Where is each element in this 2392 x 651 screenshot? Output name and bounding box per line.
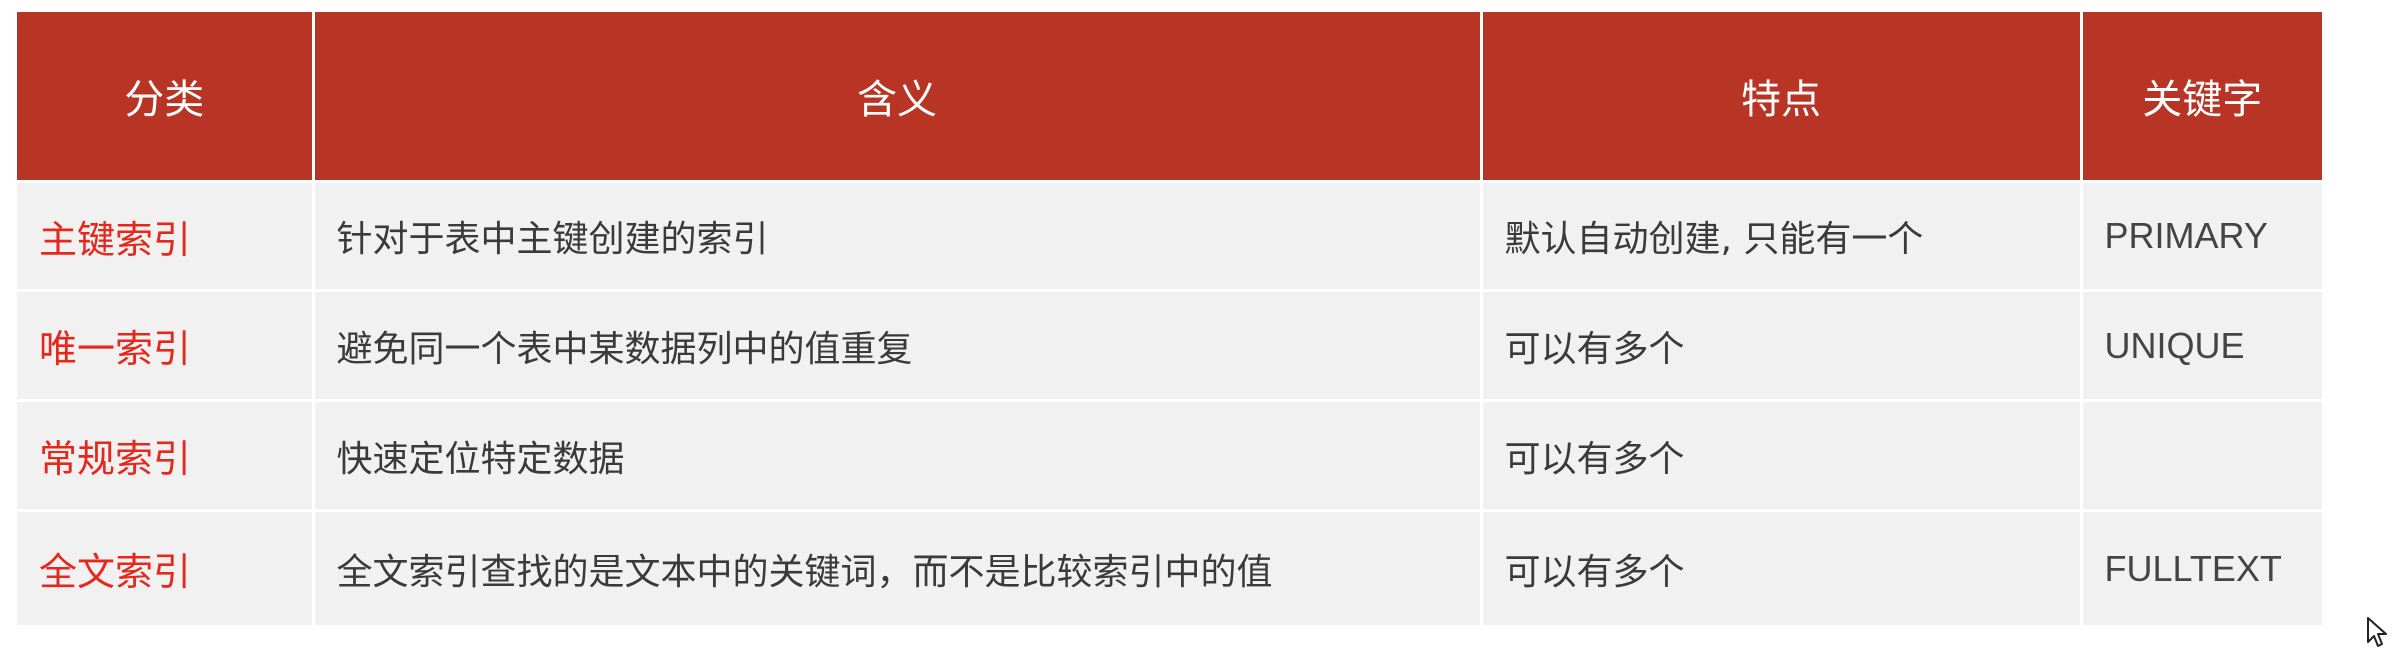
cell-meaning: 避免同一个表中某数据列中的值重复: [313, 289, 1483, 401]
table-row: 常规索引 快速定位特定数据 可以有多个: [17, 399, 2322, 511]
cell-feature: 可以有多个: [1481, 289, 2083, 401]
cell-category: 常规索引: [17, 399, 315, 511]
cell-meaning: 针对于表中主键创建的索引: [313, 180, 1483, 291]
cell-keyword: UNIQUE: [2081, 289, 2322, 401]
cell-keyword: FULLTEXT: [2081, 509, 2322, 625]
cell-feature: 可以有多个: [1481, 509, 2083, 625]
cell-meaning: 全文索引查找的是文本中的关键词，而不是比较索引中的值: [313, 509, 1483, 625]
mouse-pointer-icon: [2367, 617, 2387, 647]
cell-meaning: 快速定位特定数据: [313, 399, 1483, 511]
cell-keyword: PRIMARY: [2081, 180, 2322, 291]
cell-keyword: [2081, 399, 2322, 511]
index-types-table: 分类 含义 特点 关键字 主键索引 针对于表中主键创建的索引 默认自动创建, 只…: [17, 12, 2322, 625]
header-category: 分类: [17, 12, 315, 182]
table-row: 主键索引 针对于表中主键创建的索引 默认自动创建, 只能有一个 PRIMARY: [17, 180, 2322, 291]
cell-feature: 默认自动创建, 只能有一个: [1481, 180, 2083, 291]
header-feature: 特点: [1481, 12, 2083, 182]
table-header: 分类 含义 特点 关键字: [17, 12, 2322, 182]
header-meaning: 含义: [313, 12, 1483, 182]
cell-category: 主键索引: [17, 180, 315, 291]
cell-feature: 可以有多个: [1481, 399, 2083, 511]
table-row: 全文索引 全文索引查找的是文本中的关键词，而不是比较索引中的值 可以有多个 FU…: [17, 509, 2322, 625]
table-row: 唯一索引 避免同一个表中某数据列中的值重复 可以有多个 UNIQUE: [17, 289, 2322, 401]
cell-category: 全文索引: [17, 509, 315, 625]
cell-category: 唯一索引: [17, 289, 315, 401]
table-body: 主键索引 针对于表中主键创建的索引 默认自动创建, 只能有一个 PRIMARY …: [17, 180, 2322, 625]
header-keyword: 关键字: [2081, 12, 2322, 182]
header-row: 分类 含义 特点 关键字: [17, 12, 2322, 182]
